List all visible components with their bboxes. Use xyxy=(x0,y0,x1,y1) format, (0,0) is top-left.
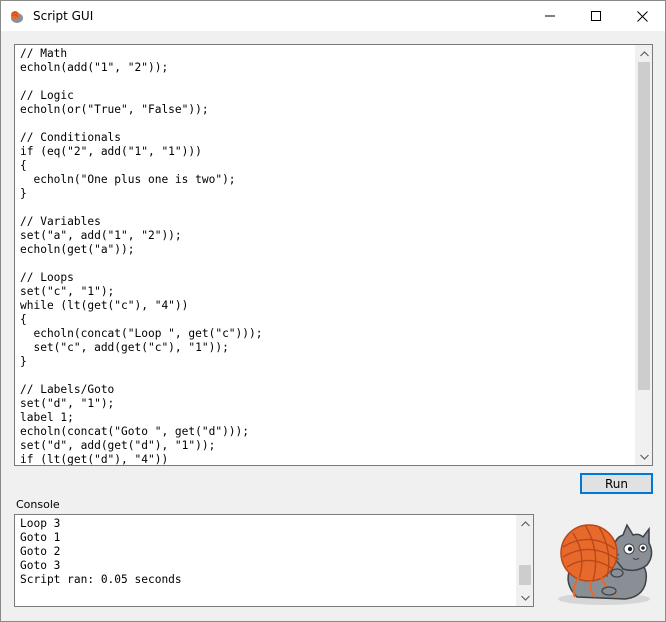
console-scroll-up-button[interactable] xyxy=(517,515,533,532)
editor-scroll-up-button[interactable] xyxy=(636,45,652,62)
close-icon xyxy=(636,10,648,22)
maximize-icon xyxy=(591,11,601,21)
window-title: Script GUI xyxy=(33,9,94,23)
code-line: label 1; xyxy=(20,411,74,424)
code-line: echoln(get("a")); xyxy=(20,243,135,256)
console-line: Goto 1 xyxy=(20,531,61,544)
code-line: echoln(concat("Goto ", get("d"))); xyxy=(20,425,250,438)
code-line: set("d", add(get("d"), "1")); xyxy=(20,439,216,452)
script-code[interactable]: // Math echoln(add("1", "2")); // Logic ec… xyxy=(20,47,632,466)
app-window: Script GUI // Math echoln(add("1", "2"));… xyxy=(0,0,666,622)
minimize-icon xyxy=(545,15,555,17)
chevron-down-icon xyxy=(521,595,530,601)
console-label: Console xyxy=(16,498,60,511)
code-line: while (lt(get("c"), "4")) xyxy=(20,299,189,312)
code-line: // Logic xyxy=(20,89,74,102)
minimize-button[interactable] xyxy=(527,1,573,31)
code-line: echoln(add("1", "2")); xyxy=(20,61,169,74)
run-button[interactable]: Run xyxy=(580,473,653,494)
code-line: } xyxy=(20,355,27,368)
code-line: // Variables xyxy=(20,215,101,228)
chevron-up-icon xyxy=(640,50,649,56)
code-line: // Loops xyxy=(20,271,74,284)
code-line: { xyxy=(20,159,27,172)
console-line: Loop 3 xyxy=(20,517,61,530)
code-line: set("c", "1"); xyxy=(20,285,115,298)
console-scrollbar[interactable] xyxy=(516,515,533,606)
code-line: if (lt(get("d"), "4")) xyxy=(20,453,169,466)
code-line: echoln(concat("Loop ", get("c"))); xyxy=(20,327,263,340)
console-line: Script ran: 0.05 seconds xyxy=(20,573,182,586)
code-line: // Conditionals xyxy=(20,131,122,144)
console-scroll-down-button[interactable] xyxy=(517,589,533,606)
code-line: set("a", add("1", "2")); xyxy=(20,229,182,242)
code-line: // Labels/Goto xyxy=(20,383,115,396)
maximize-button[interactable] xyxy=(573,1,619,31)
code-line: { xyxy=(20,313,27,326)
chevron-up-icon xyxy=(521,520,530,526)
editor-scroll-thumb[interactable] xyxy=(638,62,650,391)
chevron-down-icon xyxy=(640,454,649,460)
editor-scroll-down-button[interactable] xyxy=(636,448,652,465)
code-line: set("c", add(get("c"), "1")); xyxy=(20,341,229,354)
title-bar[interactable]: Script GUI xyxy=(1,1,665,31)
code-line: if (eq("2", add("1", "1"))) xyxy=(20,145,202,158)
console-text: Loop 3 Goto 1 Goto 2 Goto 3 Script ran: 0.05… xyxy=(20,517,182,587)
close-button[interactable] xyxy=(619,1,665,31)
code-line: } xyxy=(20,187,27,200)
code-line: // Math xyxy=(20,47,68,60)
cat-yarn-mascot-image xyxy=(549,511,659,607)
code-line: echoln(or("True", "False")); xyxy=(20,103,209,116)
console-line: Goto 3 xyxy=(20,559,61,572)
code-line: set("d", "1"); xyxy=(20,397,115,410)
editor-scrollbar[interactable] xyxy=(635,45,652,465)
app-icon xyxy=(9,8,25,24)
console-output[interactable]: Loop 3 Goto 1 Goto 2 Goto 3 Script ran: 0.05… xyxy=(14,514,534,607)
code-line: echoln("One plus one is two"); xyxy=(20,173,236,186)
script-editor[interactable]: // Math echoln(add("1", "2")); // Logic ec… xyxy=(14,44,653,466)
console-line: Goto 2 xyxy=(20,545,61,558)
console-scroll-thumb[interactable] xyxy=(519,564,531,585)
